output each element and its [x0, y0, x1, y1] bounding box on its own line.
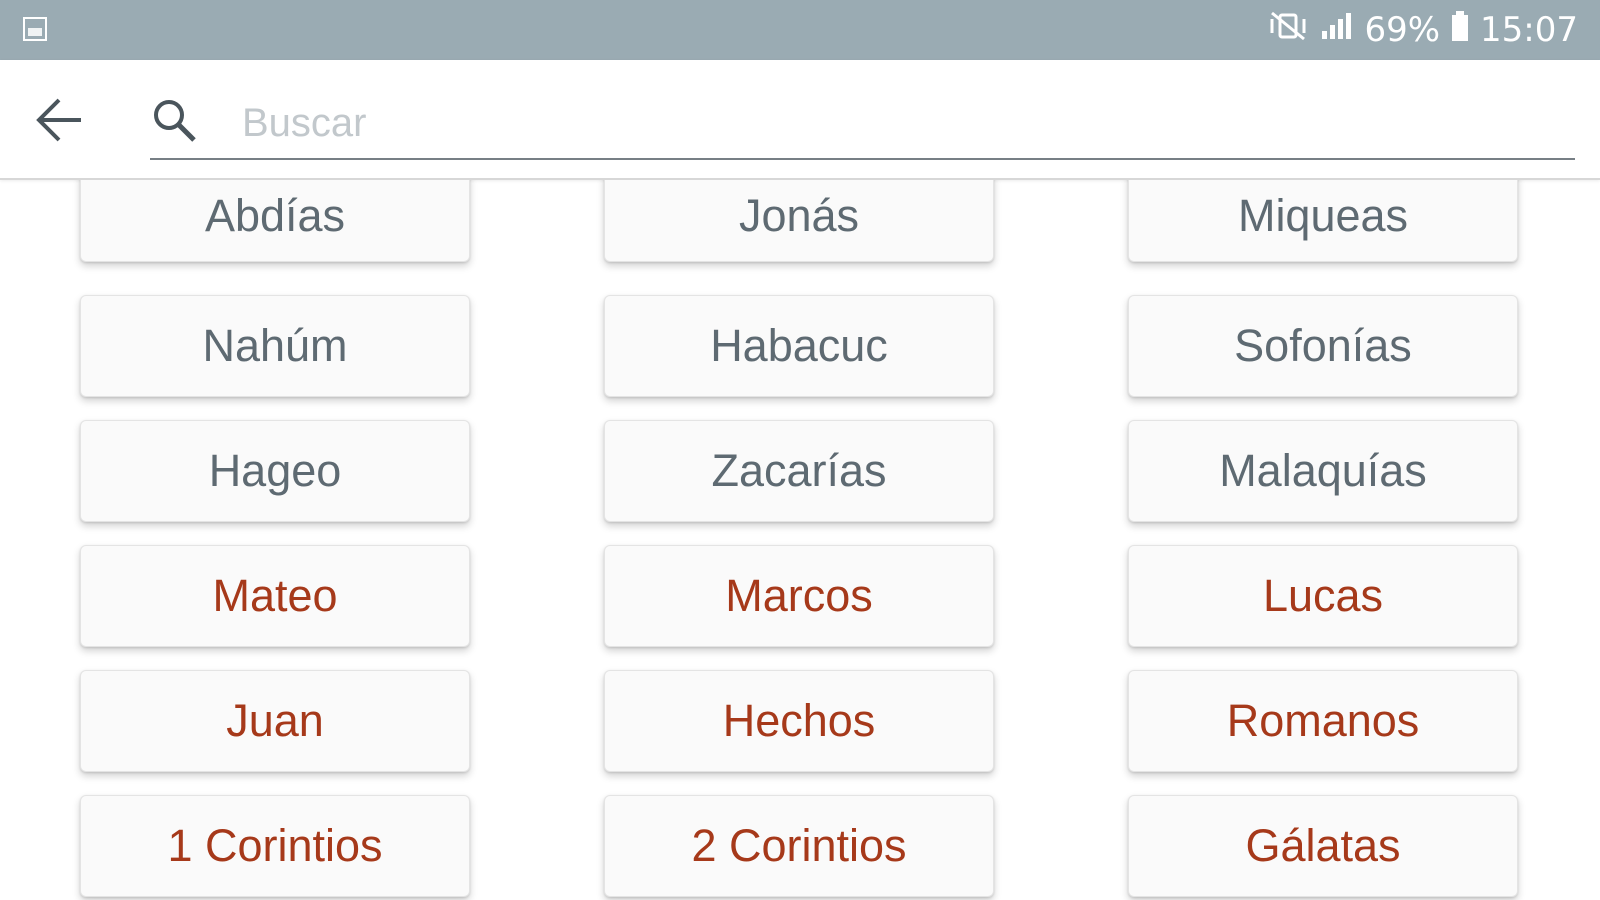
book-button-romanos[interactable]: Romanos — [1128, 670, 1518, 772]
status-icons: 69% 15:07 — [1266, 0, 1578, 60]
clock: 15:07 — [1480, 10, 1578, 50]
book-button-habacuc[interactable]: Habacuc — [604, 295, 994, 397]
book-button-2-corintios[interactable]: 2 Corintios — [604, 795, 994, 897]
book-button-1-corintios[interactable]: 1 Corintios — [80, 795, 470, 897]
battery-percent: 69% — [1364, 10, 1441, 50]
search-bar — [150, 88, 1575, 160]
book-button-abdias[interactable]: Abdías — [80, 180, 470, 262]
battery-icon — [1450, 9, 1470, 52]
book-button-hechos[interactable]: Hechos — [604, 670, 994, 772]
book-button-mateo[interactable]: Mateo — [80, 545, 470, 647]
status-bar: 69% 15:07 — [0, 0, 1600, 60]
book-button-zacarias[interactable]: Zacarías — [604, 420, 994, 522]
book-button-malaquias[interactable]: Malaquías — [1128, 420, 1518, 522]
book-button-miqueas[interactable]: Miqueas — [1128, 180, 1518, 262]
book-button-juan[interactable]: Juan — [80, 670, 470, 772]
vibrate-mute-icon — [1266, 9, 1310, 52]
signal-icon — [1320, 9, 1354, 52]
back-button[interactable] — [28, 90, 92, 154]
book-button-jonas[interactable]: Jonás — [604, 180, 994, 262]
book-button-sofonias[interactable]: Sofonías — [1128, 295, 1518, 397]
app-bar — [0, 60, 1600, 180]
search-input[interactable] — [240, 94, 1564, 152]
image-icon — [22, 16, 48, 42]
book-button-galatas[interactable]: Gálatas — [1128, 795, 1518, 897]
book-button-lucas[interactable]: Lucas — [1128, 545, 1518, 647]
search-icon — [150, 96, 200, 146]
book-button-hageo[interactable]: Hageo — [80, 420, 470, 522]
book-grid: Abdías Jonás Miqueas Nahúm Habacuc Sofon… — [0, 180, 1600, 900]
book-button-marcos[interactable]: Marcos — [604, 545, 994, 647]
book-button-nahum[interactable]: Nahúm — [80, 295, 470, 397]
arrow-back-icon — [33, 93, 87, 152]
